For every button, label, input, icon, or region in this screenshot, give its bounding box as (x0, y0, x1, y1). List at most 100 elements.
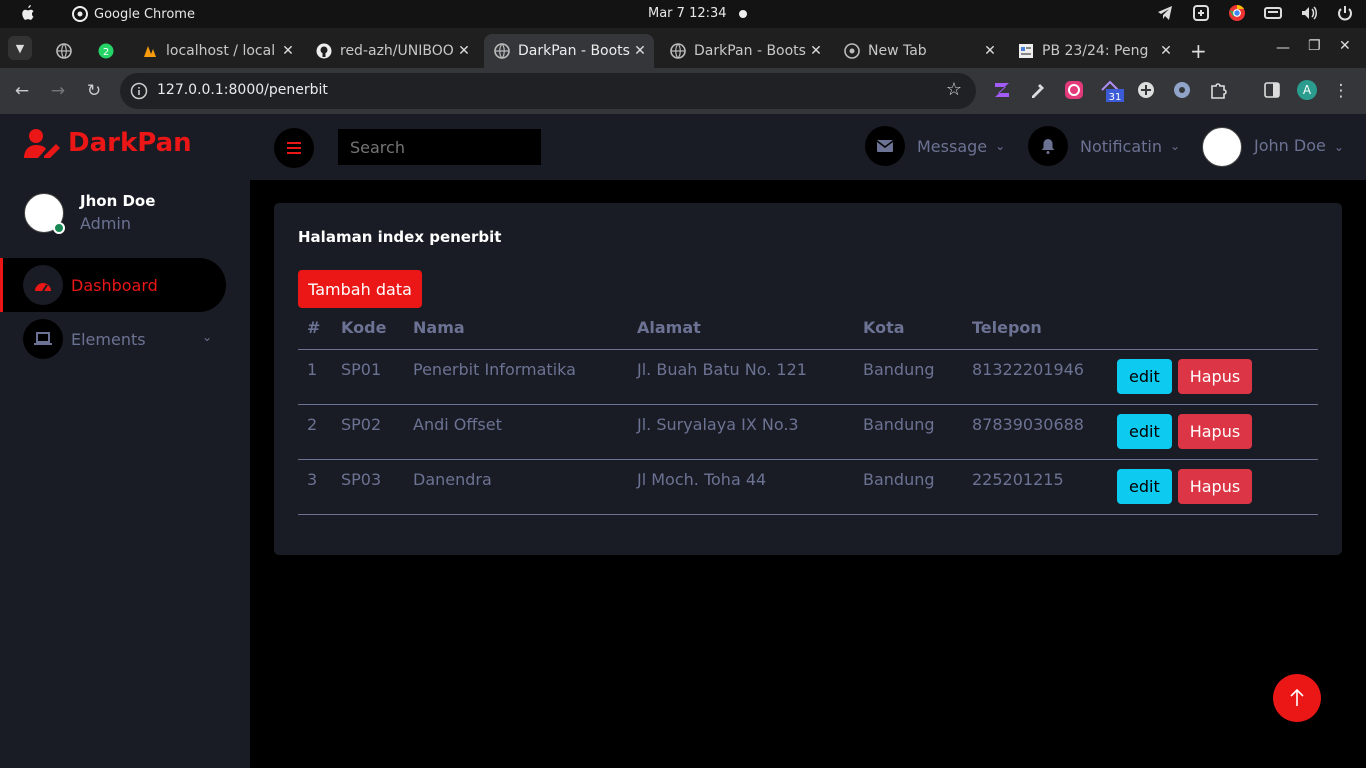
delete-button[interactable]: Hapus (1177, 469, 1253, 504)
tab-phpmyadmin[interactable]: localhost / local ✕ (132, 34, 302, 68)
telegram-icon[interactable] (1156, 4, 1174, 22)
delete-button[interactable]: Hapus (1177, 414, 1253, 449)
column-header: Telepon (963, 309, 1109, 350)
eyedropper-icon[interactable] (1028, 80, 1048, 100)
github-icon (316, 43, 332, 59)
pinned-tab-whatsapp[interactable]: 2 (88, 34, 128, 68)
power-icon[interactable] (1336, 4, 1354, 22)
cell-actions: edit Hapus (1109, 459, 1318, 515)
active-app[interactable]: Google Chrome (72, 6, 195, 22)
globe-icon (56, 43, 72, 59)
tab-title: red-azh/UNIBOO (340, 43, 454, 59)
delete-button[interactable]: Hapus (1177, 359, 1253, 394)
add-circle-icon[interactable] (1136, 80, 1156, 100)
close-icon[interactable]: ✕ (1158, 43, 1174, 59)
cell-telepon: 87839030688 (963, 404, 1109, 460)
sidebar-item-elements[interactable]: Elements ⌄ (0, 312, 226, 366)
brand-logo[interactable]: DarkPan (24, 128, 192, 158)
user-dropdown[interactable]: John Doe ⌄ (1202, 127, 1344, 167)
edit-button[interactable]: edit (1117, 469, 1172, 504)
cell-alamat: Jl. Suryalaya IX No.3 (628, 404, 854, 460)
message-dropdown[interactable]: Message ⌄ (865, 126, 1005, 166)
calendar-extension[interactable]: 31 (1100, 80, 1126, 103)
cell-nama: Danendra (404, 459, 628, 515)
tab-pb[interactable]: PB 23/24: Peng ✕ (1008, 34, 1180, 68)
profile-avatar[interactable]: A (1297, 80, 1317, 100)
chrome-tray-icon[interactable] (1228, 4, 1246, 22)
close-icon[interactable]: ✕ (982, 43, 998, 59)
edit-button[interactable]: edit (1117, 359, 1172, 394)
sidebar-item-label: Dashboard (71, 275, 158, 295)
clock[interactable]: Mar 7 12:34 (648, 6, 727, 21)
browser-toolbar: ← → ↻ 127.0.0.1:8000/penerbit ☆ 31 A ⋮ (0, 68, 1366, 114)
back-to-top-button[interactable] (1273, 674, 1321, 722)
add-data-button[interactable]: Tambah data (298, 270, 422, 308)
forward-arrow-icon[interactable]: → (47, 80, 69, 102)
sidebar-profile: Jhon Doe Admin (24, 192, 155, 234)
edit-button[interactable]: edit (1117, 414, 1172, 449)
close-icon[interactable]: ✕ (456, 43, 472, 59)
notification-dot (739, 10, 747, 18)
cell-no: 3 (298, 459, 332, 515)
puzzle-icon[interactable] (1208, 80, 1228, 100)
close-icon[interactable]: ✕ (808, 43, 824, 59)
app-name: Google Chrome (94, 6, 195, 22)
kebab-menu-icon[interactable]: ⋮ (1330, 80, 1352, 102)
chevron-down-icon: ⌄ (1170, 139, 1181, 153)
sync-icon[interactable] (1192, 4, 1210, 22)
new-tab-button[interactable]: + (1184, 34, 1214, 68)
tab-search-button[interactable]: ▼ (8, 36, 32, 60)
cell-no: 2 (298, 404, 332, 460)
extension-pink-icon[interactable] (1064, 80, 1084, 100)
tab-title: localhost / local (166, 43, 276, 59)
globe-icon (494, 43, 510, 59)
tab-darkpan[interactable]: DarkPan - Boots ✕ (660, 34, 830, 68)
content-card: Halaman index penerbit Tambah data # Kod… (274, 203, 1342, 555)
chrome-icon (844, 43, 860, 59)
arrow-up-icon (1290, 689, 1304, 706)
table-header-row: # Kode Nama Alamat Kota Telepon (298, 309, 1318, 350)
sidebar-toggle-button[interactable] (274, 128, 314, 168)
back-arrow-icon[interactable]: ← (11, 80, 33, 102)
maximize-icon[interactable]: ❐ (1308, 38, 1321, 54)
calendar-label: 31 (1109, 92, 1122, 102)
volume-icon[interactable] (1300, 4, 1318, 22)
tab-title: DarkPan - Boots (694, 43, 806, 59)
apple-icon[interactable] (20, 5, 36, 22)
table-row: 1 SP01 Penerbit Informatika Jl. Buah Bat… (298, 349, 1318, 405)
extension-z-icon[interactable] (992, 80, 1012, 100)
cell-kode: SP01 (332, 349, 404, 405)
keyboard-icon[interactable] (1264, 4, 1282, 22)
os-top-bar: Google Chrome Mar 7 12:34 (0, 0, 1366, 28)
tab-darkpan-active[interactable]: DarkPan - Boots ✕ (484, 34, 654, 68)
message-label: Message (917, 136, 988, 156)
cell-actions: edit Hapus (1109, 349, 1318, 405)
close-icon[interactable]: ✕ (632, 43, 648, 59)
phpmyadmin-icon (144, 46, 156, 57)
reload-icon[interactable]: ↻ (83, 80, 105, 102)
close-icon[interactable]: ✕ (280, 43, 296, 59)
cell-kota: Bandung (854, 459, 963, 515)
chevron-down-icon: ⌄ (201, 330, 212, 344)
user-edit-icon (24, 129, 60, 158)
site-info-icon[interactable] (130, 82, 148, 100)
table-row: 3 SP03 Danendra Jl Moch. Toha 44 Bandung… (298, 459, 1318, 515)
pinned-tab-globe[interactable] (46, 34, 86, 68)
extension-disc-icon[interactable] (1172, 80, 1192, 100)
address-bar[interactable]: 127.0.0.1:8000/penerbit ☆ (120, 73, 976, 109)
bookmark-star-icon[interactable]: ☆ (946, 79, 962, 100)
window-close-icon[interactable]: ✕ (1339, 38, 1351, 54)
side-panel-icon[interactable] (1262, 80, 1282, 100)
sidebar-item-dashboard[interactable]: Dashboard (0, 258, 226, 312)
minimize-icon[interactable]: — (1276, 40, 1290, 56)
tab-title: New Tab (868, 43, 927, 59)
tab-github[interactable]: red-azh/UNIBOO ✕ (306, 34, 478, 68)
cell-telepon: 81322201946 (963, 349, 1109, 405)
tab-new-tab[interactable]: New Tab ✕ (834, 34, 1004, 68)
notification-dropdown[interactable]: Notificatin ⌄ (1028, 126, 1180, 166)
url-text[interactable]: 127.0.0.1:8000/penerbit (157, 82, 328, 98)
profile-role: Admin (80, 214, 131, 233)
cell-kota: Bandung (854, 404, 963, 460)
cell-nama: Andi Offset (404, 404, 628, 460)
search-input[interactable] (338, 129, 541, 165)
